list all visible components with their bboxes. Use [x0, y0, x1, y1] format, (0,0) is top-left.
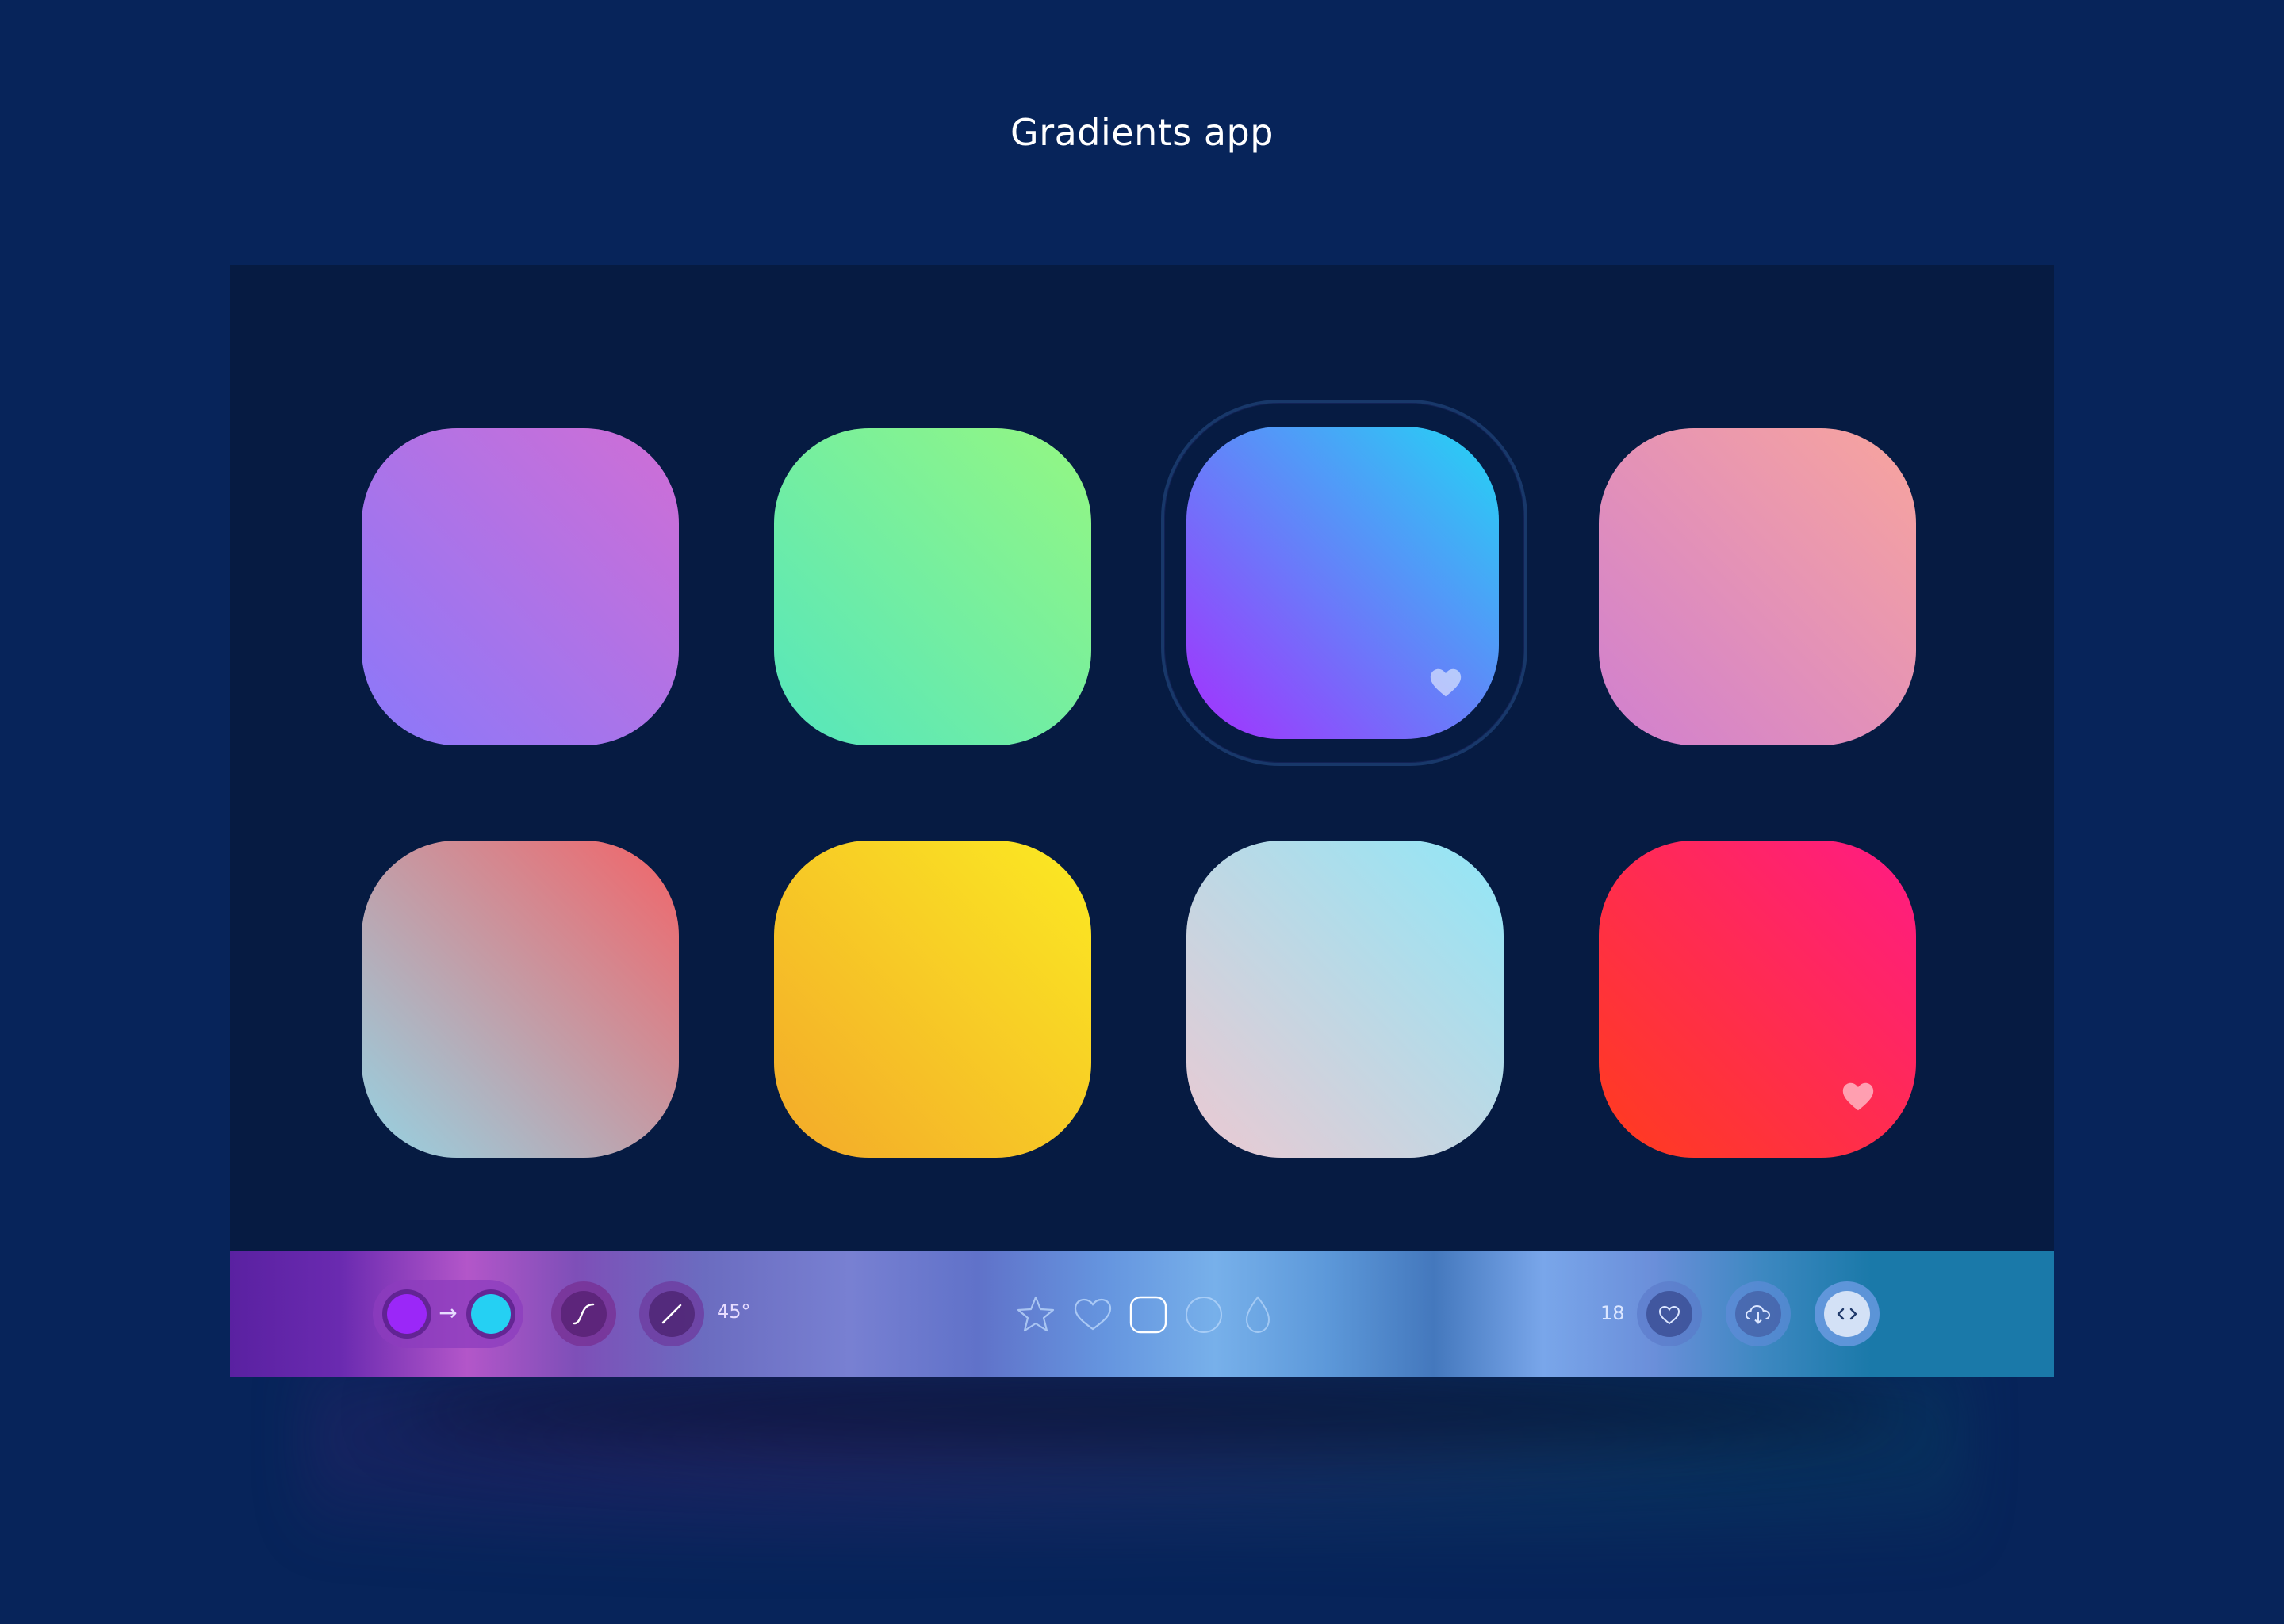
arrow-icon: →	[439, 1300, 458, 1326]
gradient-tile-8[interactable]	[1599, 841, 1916, 1158]
cloud-download-icon	[1735, 1291, 1781, 1337]
heart-outline-icon[interactable]	[1071, 1293, 1115, 1337]
angle-line-icon	[649, 1291, 695, 1337]
heart-icon	[1646, 1291, 1692, 1337]
star-icon[interactable]	[1014, 1293, 1058, 1337]
gradient-tile-4[interactable]	[1599, 428, 1916, 745]
gradient-grid	[230, 265, 2054, 1251]
toolbar: → 45° 18	[230, 1251, 2054, 1377]
angle-value: 45°	[717, 1300, 751, 1323]
favorite-heart-icon[interactable]	[1428, 665, 1464, 701]
code-icon	[1824, 1291, 1870, 1337]
circle-icon[interactable]	[1182, 1293, 1226, 1337]
page-title: Gradients app	[1010, 111, 1274, 154]
start-color-swatch[interactable]	[387, 1294, 427, 1334]
export-code-button[interactable]	[1815, 1281, 1880, 1346]
end-color-swatch[interactable]	[471, 1294, 511, 1334]
favorites-count: 18	[1600, 1302, 1625, 1324]
app-window: → 45° 18	[230, 265, 2054, 1377]
gradient-tile-6[interactable]	[774, 841, 1091, 1158]
color-stops-picker: →	[373, 1280, 523, 1348]
window-shadow	[397, 1376, 1903, 1447]
easing-button[interactable]	[551, 1281, 616, 1346]
gradient-tile-5[interactable]	[362, 841, 679, 1158]
curve-icon	[561, 1291, 607, 1337]
gradient-tile-2[interactable]	[774, 428, 1091, 745]
download-button[interactable]	[1726, 1281, 1791, 1346]
rounded-square-icon[interactable]	[1126, 1293, 1171, 1337]
gradient-tile-1[interactable]	[362, 428, 679, 745]
favorite-heart-icon[interactable]	[1840, 1078, 1876, 1115]
gradient-tile-3[interactable]	[1186, 427, 1499, 739]
favorites-button[interactable]	[1637, 1281, 1702, 1346]
drop-icon[interactable]	[1236, 1293, 1280, 1337]
angle-button[interactable]	[639, 1281, 704, 1346]
gradient-tile-7[interactable]	[1186, 841, 1504, 1158]
